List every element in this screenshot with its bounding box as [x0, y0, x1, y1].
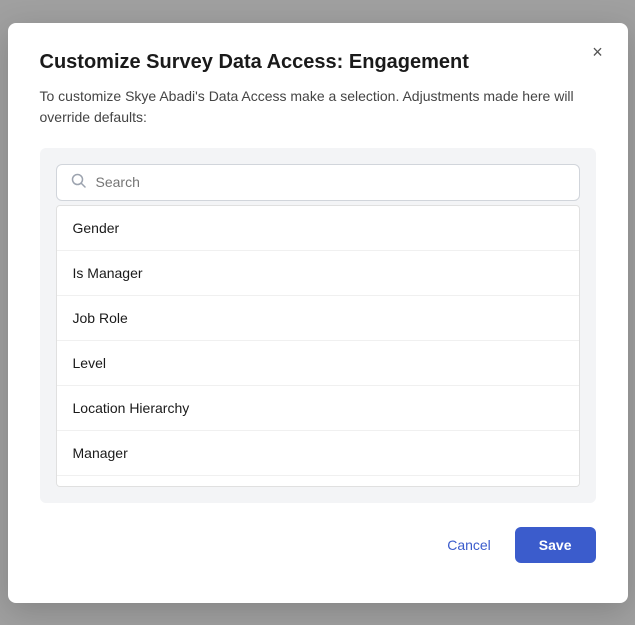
list-item[interactable]: Level	[57, 341, 579, 386]
list-item[interactable]: Manager	[57, 431, 579, 476]
list-item[interactable]: Manager Email	[57, 476, 579, 486]
search-input[interactable]	[96, 174, 565, 190]
list-item[interactable]: Gender	[57, 206, 579, 251]
content-area: GenderIs ManagerJob RoleLevelLocation Hi…	[40, 148, 596, 503]
close-icon: ×	[592, 42, 603, 63]
modal-footer: Cancel Save	[40, 527, 596, 563]
list-item[interactable]: Location Hierarchy	[57, 386, 579, 431]
list-item[interactable]: Is Manager	[57, 251, 579, 296]
modal-dialog: × Customize Survey Data Access: Engageme…	[8, 23, 628, 603]
dropdown-area: GenderIs ManagerJob RoleLevelLocation Hi…	[56, 205, 580, 487]
search-icon	[71, 173, 86, 192]
modal-overlay: × Customize Survey Data Access: Engageme…	[0, 0, 635, 625]
search-bar[interactable]	[56, 164, 580, 201]
dropdown-list-container: GenderIs ManagerJob RoleLevelLocation Hi…	[56, 205, 580, 487]
save-button[interactable]: Save	[515, 527, 596, 563]
modal-description: To customize Skye Abadi's Data Access ma…	[40, 86, 596, 128]
list-item[interactable]: Job Role	[57, 296, 579, 341]
cancel-button[interactable]: Cancel	[435, 529, 503, 561]
dropdown-list-scroll[interactable]: GenderIs ManagerJob RoleLevelLocation Hi…	[57, 206, 579, 486]
close-button[interactable]: ×	[584, 39, 612, 67]
modal-title: Customize Survey Data Access: Engagement	[40, 51, 596, 74]
